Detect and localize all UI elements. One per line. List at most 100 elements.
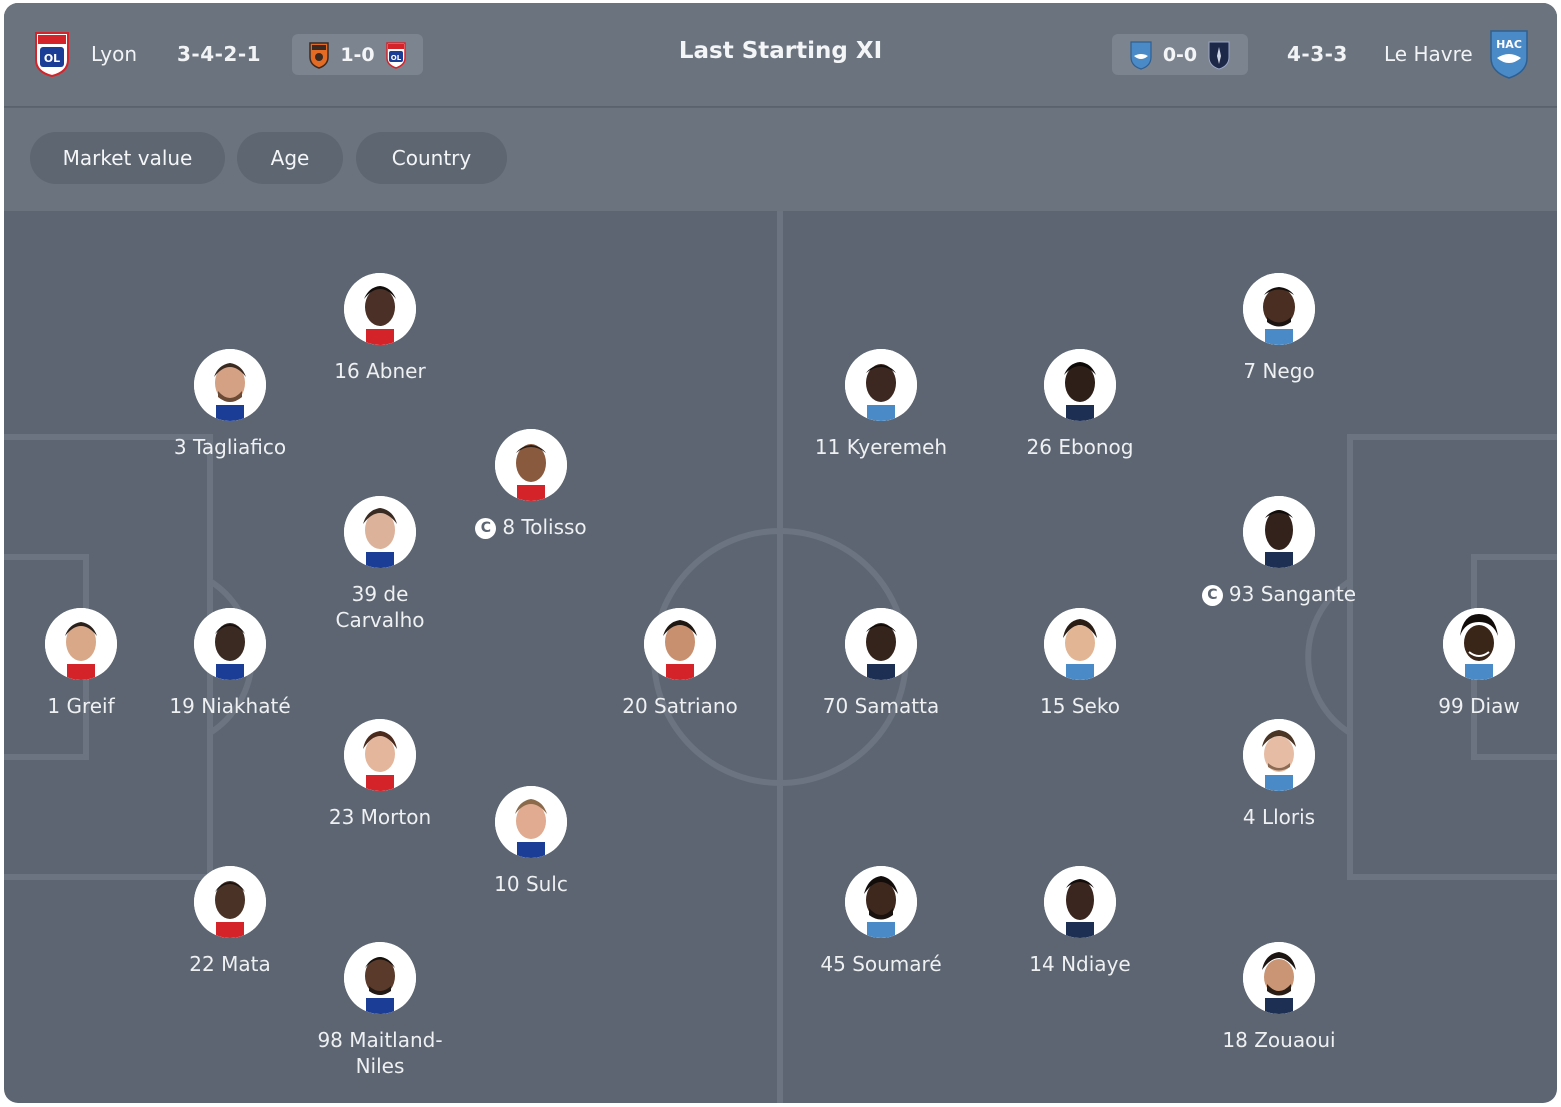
filter-country-button[interactable]: Country	[356, 132, 507, 184]
player-zouaoui[interactable]: 18 Zouaoui	[1179, 942, 1379, 1053]
player-diaw[interactable]: 99 Diaw	[1379, 608, 1557, 719]
player-number: 22	[189, 952, 215, 976]
player-photo	[495, 786, 567, 858]
player-number: 98	[317, 1028, 343, 1052]
player-label: 11 Kyeremeh	[781, 434, 981, 460]
player-label: 99 Diaw	[1379, 693, 1557, 719]
player-label: 98 Maitland-Niles	[305, 1027, 455, 1079]
player-photo	[1243, 496, 1315, 568]
player-name: Kyeremeh	[846, 435, 948, 459]
paris-fc-crest-icon	[1208, 41, 1230, 70]
player-photo	[194, 866, 266, 938]
player-tolisso[interactable]: C8 Tolisso	[431, 429, 631, 540]
player-kyeremeh[interactable]: 11 Kyeremeh	[781, 349, 981, 460]
player-name: Morton	[360, 805, 432, 829]
player-photo	[194, 608, 266, 680]
player-photo	[344, 273, 416, 345]
player-photo	[1044, 349, 1116, 421]
player-number: 14	[1029, 952, 1055, 976]
player-label: 20 Satriano	[580, 693, 780, 719]
player-label: C 93 Sangante	[1179, 581, 1379, 607]
captain-badge-icon: C	[475, 517, 497, 539]
player-number: 1	[47, 694, 61, 718]
player-label: 10 Sulc	[431, 871, 631, 897]
player-number: 10	[494, 872, 520, 896]
player-name: Tagliafico	[193, 435, 287, 459]
away-team-name[interactable]: Le Havre	[1384, 44, 1473, 64]
player-name: Sulc	[525, 872, 568, 896]
player-label: 26 Ebonog	[980, 434, 1180, 460]
player-name: Nego	[1262, 359, 1315, 383]
player-label: 14 Ndiaye	[980, 951, 1180, 977]
player-name: Ndiaye	[1061, 952, 1131, 976]
lineup-header: OL Lyon 3-4-2-1 1-0 OL Last Starting XI	[4, 3, 1557, 107]
player-label: 7 Nego	[1179, 358, 1379, 384]
captain-badge-icon: C	[1201, 584, 1223, 606]
player-label: 15 Seko	[980, 693, 1180, 719]
away-last-result: 0-0	[1162, 43, 1198, 66]
player-abner[interactable]: 16 Abner	[280, 273, 480, 384]
player-name: Maitland-Niles	[349, 1028, 443, 1078]
player-number: 3	[173, 435, 187, 459]
player-photo	[1044, 866, 1116, 938]
player-ebonog[interactable]: 26 Ebonog	[980, 349, 1180, 460]
player-photo	[344, 496, 416, 568]
player-name: Zouaoui	[1254, 1028, 1336, 1052]
player-label: 3 Tagliafico	[130, 434, 330, 460]
player-name: Seko	[1071, 694, 1120, 718]
player-name: Tolisso	[521, 515, 587, 539]
player-photo	[845, 349, 917, 421]
player-number: 45	[820, 952, 846, 976]
player-sulc[interactable]: 10 Sulc	[431, 786, 631, 897]
pitch: 1 Greif 3 Tagliafico 19 Niakhaté 22 Mata	[4, 211, 1557, 1103]
player-name: Samatta	[854, 694, 940, 718]
svg-text:HAC: HAC	[1496, 38, 1522, 51]
player-photo	[845, 608, 917, 680]
player-nego[interactable]: 7 Nego	[1179, 273, 1379, 384]
player-photo	[194, 349, 266, 421]
player-sangante[interactable]: C 93 Sangante	[1179, 496, 1379, 607]
player-label: 39 de Carvalho	[305, 581, 455, 633]
player-number: 15	[1040, 694, 1066, 718]
away-last-match-score[interactable]: 0-0	[1112, 34, 1248, 75]
player-photo	[1044, 608, 1116, 680]
player-number: 26	[1026, 435, 1052, 459]
player-number: 23	[328, 805, 355, 829]
player-number: 16	[334, 359, 360, 383]
player-name: Niakhaté	[201, 694, 291, 718]
player-name: Satriano	[654, 694, 738, 718]
player-ndiaye[interactable]: 14 Ndiaye	[980, 866, 1180, 977]
player-satriano[interactable]: 20 Satriano	[580, 608, 780, 719]
lineup-card: OL Lyon 3-4-2-1 1-0 OL Last Starting XI	[4, 3, 1557, 1103]
player-name: Diaw	[1470, 694, 1520, 718]
filter-market-value-button[interactable]: Market value	[30, 132, 225, 184]
player-name: Greif	[66, 694, 115, 718]
player-name: Lloris	[1261, 805, 1316, 829]
player-number: 8	[502, 515, 516, 539]
filter-age-button[interactable]: Age	[237, 132, 343, 184]
player-number: 20	[622, 694, 648, 718]
player-soumare[interactable]: 45 Soumaré	[781, 866, 981, 977]
player-name: de Carvalho	[335, 582, 425, 632]
player-photo	[344, 942, 416, 1014]
player-samatta[interactable]: 70 Samatta	[781, 608, 981, 719]
player-photo	[344, 719, 416, 791]
player-number: 18	[1222, 1028, 1248, 1052]
player-photo	[1243, 273, 1315, 345]
player-lloris[interactable]: 4 Lloris	[1179, 719, 1379, 830]
player-photo	[45, 608, 117, 680]
player-label: 4 Lloris	[1179, 804, 1379, 830]
player-photo	[1243, 942, 1315, 1014]
player-number: 39	[351, 582, 378, 606]
player-maitland-niles[interactable]: 98 Maitland-Niles	[280, 942, 480, 1079]
player-number: 19	[169, 694, 195, 718]
player-label: C8 Tolisso	[431, 514, 631, 540]
player-seko[interactable]: 15 Seko	[980, 608, 1180, 719]
player-label: 18 Zouaoui	[1179, 1027, 1379, 1053]
player-number: 4	[1242, 805, 1256, 829]
player-name: Soumaré	[852, 952, 942, 976]
player-number: 11	[814, 435, 841, 459]
player-photo	[845, 866, 917, 938]
player-number: 93	[1228, 582, 1255, 606]
player-number: 70	[822, 694, 849, 718]
